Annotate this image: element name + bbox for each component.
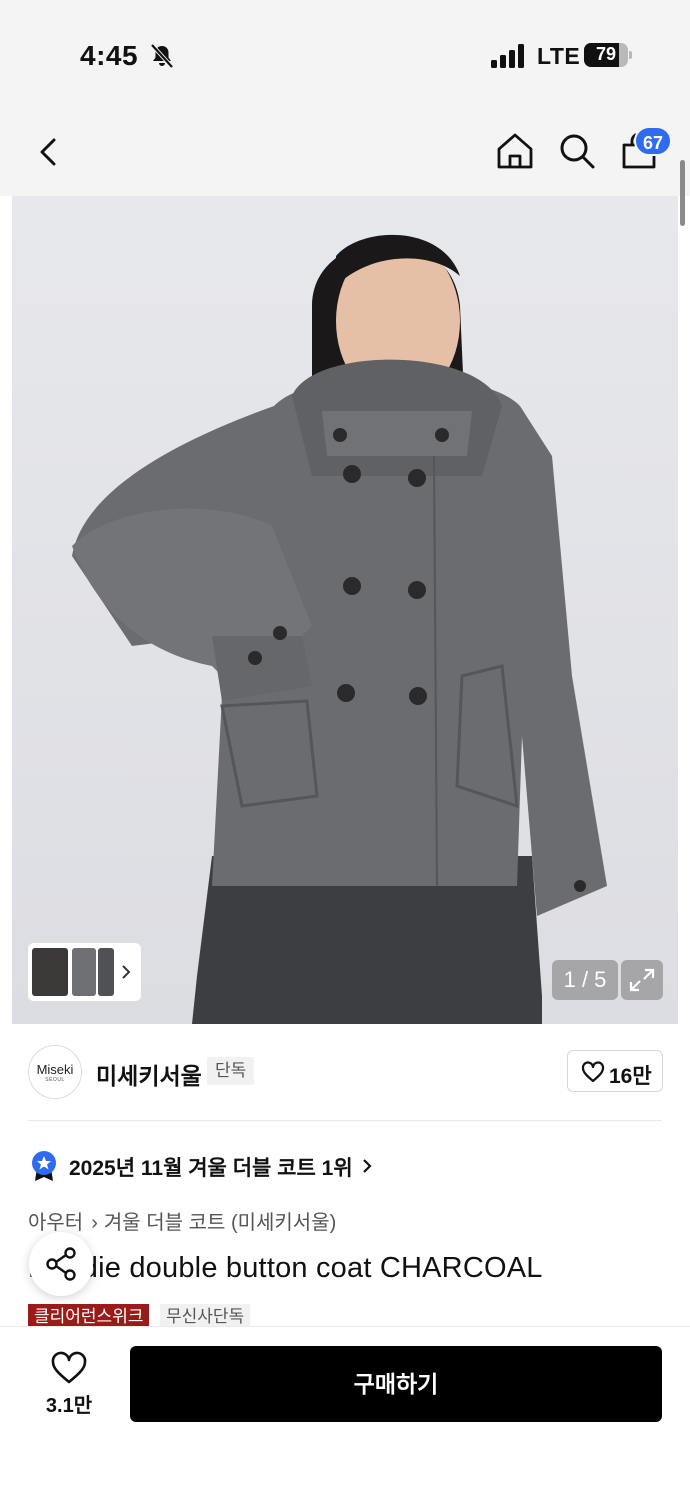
heart-icon [581,1061,605,1083]
bottom-action-bar: 3.1만 구매하기 [0,1326,690,1500]
exclusive-store-tag: 무신사단독 [160,1304,251,1326]
ranking-text[interactable]: 2025년 11월 겨울 더블 코트 1위 [69,1152,353,1182]
expand-icon[interactable] [621,960,663,1000]
thumbnail-strip[interactable] [28,943,141,1001]
heart-icon[interactable] [50,1351,88,1385]
search-icon[interactable] [556,130,598,172]
brand-logo-text: Miseki [36,1062,74,1077]
exclusive-tag: 단독 [207,1057,255,1085]
top-navigation: 67 [0,110,690,196]
share-button[interactable] [29,1232,93,1296]
breadcrumb: 아우터 › 겨울 더블 코트 (미세키서울) [28,1206,336,1235]
home-icon[interactable] [494,130,536,172]
product-image[interactable] [12,196,678,1024]
chevron-right-icon: › [91,1212,98,1234]
chevron-right-icon [122,965,131,979]
thumbnail-1[interactable] [32,948,68,996]
brand-like-button[interactable]: 16만 [567,1050,663,1092]
product-title: Hoodie double button coat CHARCOAL [28,1252,543,1284]
share-icon [46,1247,76,1281]
battery-percent: 79 [595,44,617,64]
signal-icon [491,44,524,68]
chevron-right-icon[interactable] [361,1157,373,1175]
status-bar: 4:45 LTE 79 [0,0,690,110]
status-time: 4:45 [80,40,139,71]
breadcrumb-subcategory[interactable]: 겨울 더블 코트 (미세키서울) [104,1212,336,1234]
brand-logo-subtext: SEOUL [45,1077,65,1083]
chevron-left-icon[interactable] [30,132,66,172]
ribbon-badge-icon [32,1151,56,1181]
image-counter: 1 / 5 [552,960,618,1000]
network-label: LTE [537,43,581,69]
wish-count: 3.1만 [45,1395,93,1417]
clearance-tag: 클리어런스위크 [28,1304,150,1326]
product-photo [72,234,607,1024]
brand-logo[interactable]: Miseki SEOUL [28,1045,82,1099]
divider [28,1120,662,1121]
cart-count-badge: 67 [634,126,672,156]
brand-name[interactable]: 미세키서울 [96,1057,202,1091]
scrollbar[interactable] [680,160,685,226]
bell-muted-icon [150,43,174,69]
brand-like-count: 16만 [609,1065,652,1088]
thumbnail-3[interactable] [98,948,114,996]
buy-button[interactable]: 구매하기 [130,1346,662,1422]
thumbnail-2[interactable] [72,948,96,996]
breadcrumb-category[interactable]: 아우터 [28,1212,83,1234]
battery-icon: 79 [584,43,632,67]
